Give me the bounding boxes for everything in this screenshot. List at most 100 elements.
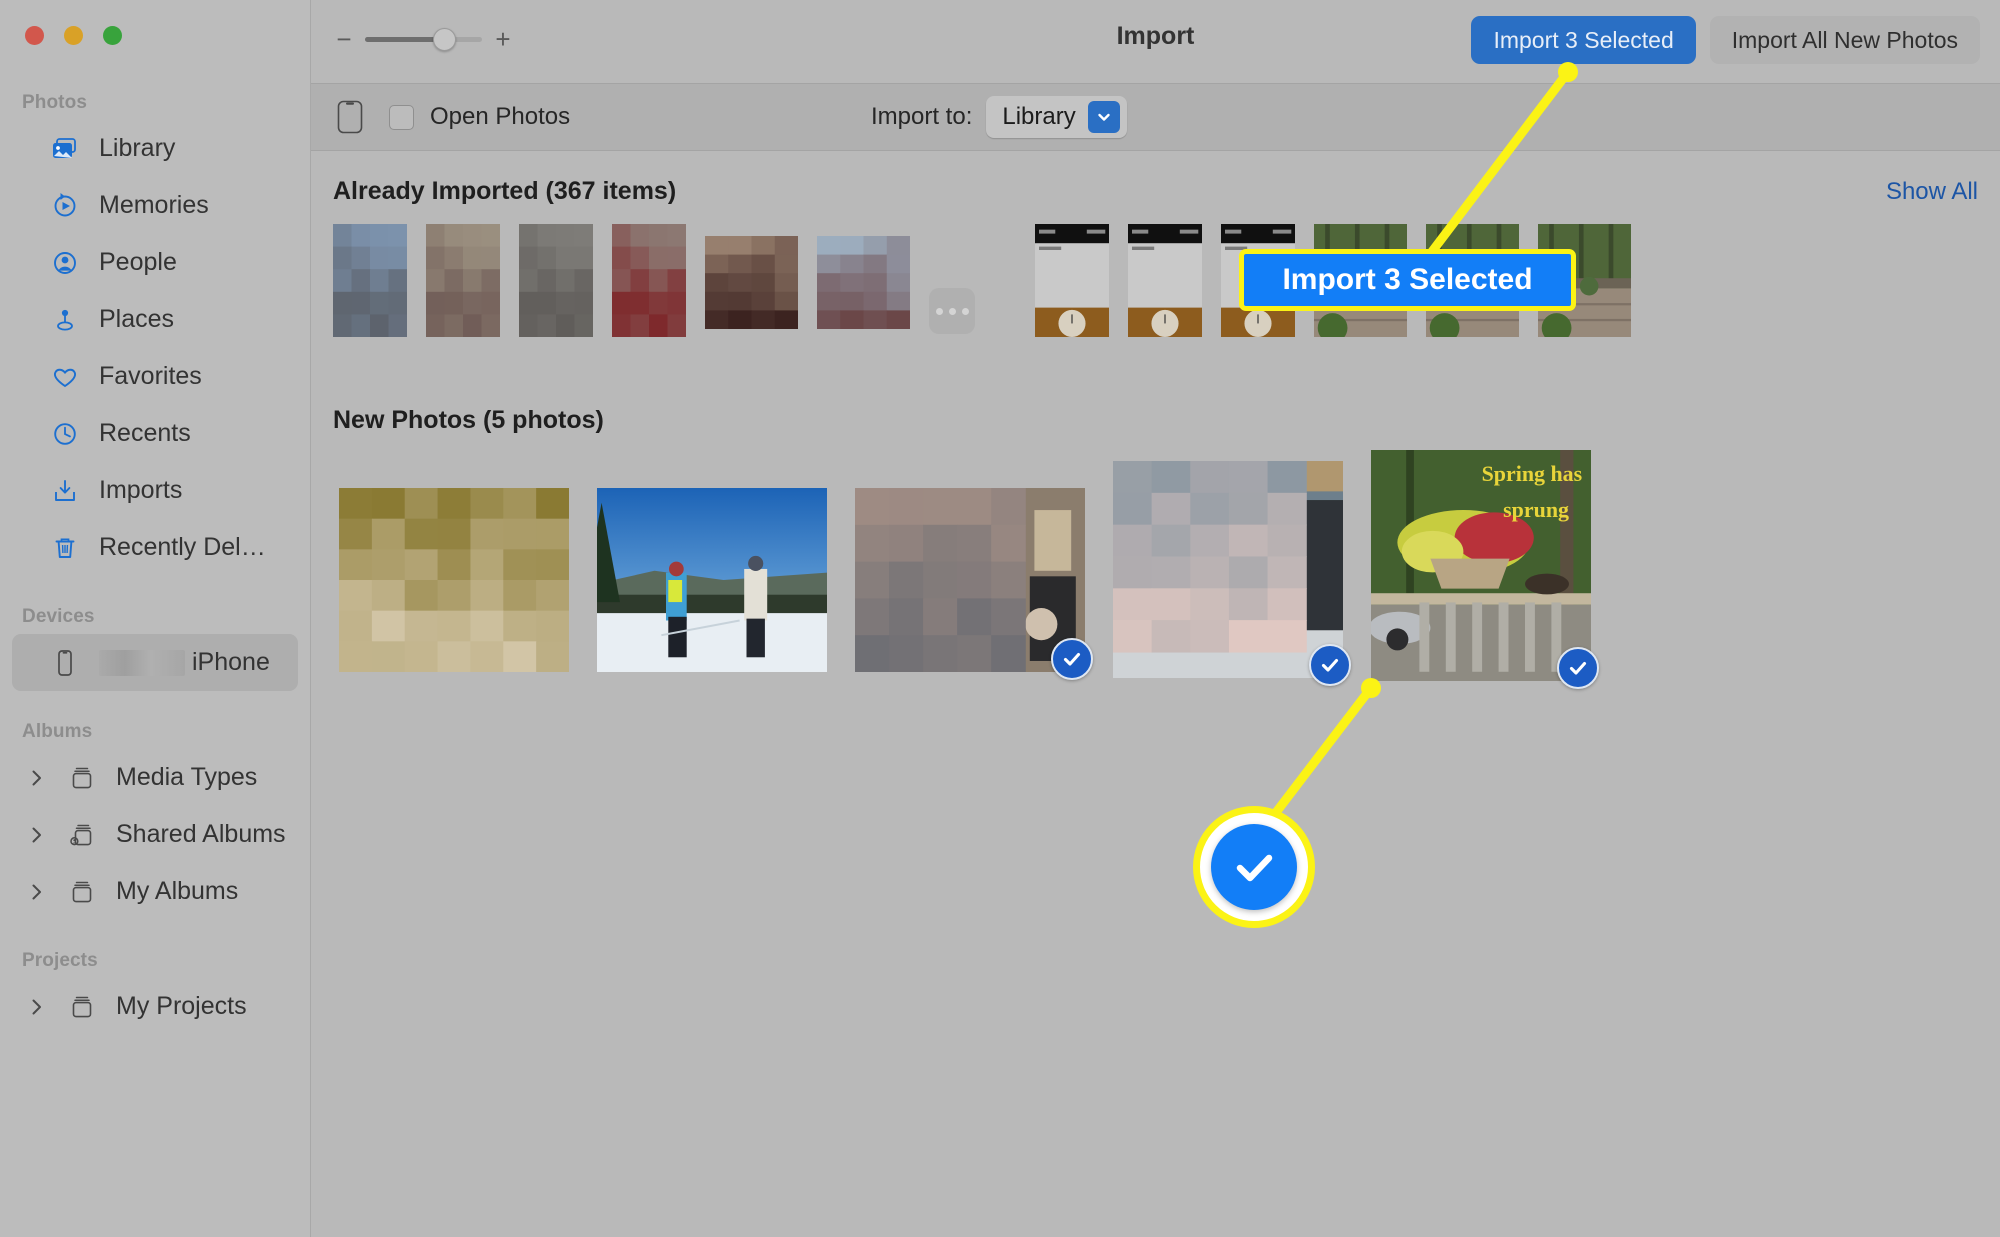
photo-thumbnail[interactable] [597,488,827,672]
chevron-right-icon[interactable] [26,825,48,845]
leader-dot-top [1558,62,1578,82]
album-icon [67,992,97,1022]
window-toolbar: − + Import Import 3 Selected Import All … [311,0,2000,83]
sidebar-item-label: Favorites [99,362,202,390]
already-imported-thumbnail[interactable] [1035,224,1109,337]
memories-icon [50,191,80,221]
sidebar-item-shared-albums[interactable]: Shared Albums [12,806,298,863]
sidebar-item-label: Imports [99,476,183,504]
sidebar-item-iphone[interactable]: iPhone [12,634,298,691]
sidebar-item-favorites[interactable]: Favorites [12,348,298,405]
main-area: − + Import Import 3 Selected Import All … [311,0,2000,1237]
sidebar-item-places[interactable]: Places [12,291,298,348]
sidebar-item-recents[interactable]: Recents [12,405,298,462]
show-all-link[interactable]: Show All [1886,178,1978,206]
already-imported-thumbnail[interactable] [1128,224,1202,337]
close-button[interactable] [25,26,44,45]
sidebar-item-recently-del[interactable]: Recently Del… [12,519,298,576]
sidebar-item-media-types[interactable]: Media Types [12,749,298,806]
sidebar-item-memories[interactable]: Memories [12,177,298,234]
new-photo-item[interactable] [855,488,1093,680]
new-photo-item[interactable]: Spring has sprung [1371,450,1599,689]
photo-selected-checkmark[interactable] [1309,644,1351,686]
import-icon [50,476,80,506]
already-imported-thumbnail[interactable] [612,224,686,337]
already-imported-header: Already Imported (367 items) Show All [311,177,2000,206]
import-all-button[interactable]: Import All New Photos [1709,16,1980,64]
new-photos-grid[interactable]: Spring has sprung [311,450,2000,689]
import-content: Already Imported (367 items) Show All Ne… [311,151,2000,1237]
import-to-label: Import to: [871,103,973,130]
new-photo-item[interactable] [597,488,827,672]
window-traffic-lights [25,26,122,45]
already-imported-thumbnail[interactable] [519,224,593,337]
chevron-down-icon[interactable] [1087,101,1120,133]
chevron-right-icon[interactable] [26,882,48,902]
people-icon [50,248,80,278]
import-selected-button[interactable]: Import 3 Selected [1471,16,1696,64]
new-photo-item[interactable] [1113,461,1351,686]
sidebar-item-label: Places [99,305,175,333]
zoom-in-icon[interactable]: + [494,26,512,52]
already-imported-title: Already Imported (367 items) [333,177,677,205]
sidebar-item-label: Recently Del… [99,533,266,561]
annotation-callout-import-3-selected: Import 3 Selected [1239,249,1576,311]
already-imported-thumbnail[interactable] [426,224,500,337]
thumbnail-size-slider[interactable]: − + [335,26,512,52]
svg-text:Spring has: Spring has [1482,461,1583,486]
annotation-magnifier-checkmark [1193,806,1315,928]
import-destination-value: Library [1002,103,1076,130]
sidebar-group-title-devices: Devices [22,606,95,627]
sidebar-item-library[interactable]: Library [12,120,298,177]
photo-selected-checkmark[interactable] [1051,638,1093,680]
sidebar-group-title-projects: Projects [22,950,98,971]
slider-track[interactable] [365,27,482,51]
slider-thumb[interactable] [433,27,457,51]
photo-thumbnail[interactable]: Spring has sprung [1371,450,1591,681]
sidebar: Photos Library Memories People Places Favorit… [0,0,311,1237]
sidebar-item-my-albums[interactable]: My Albums [12,863,298,920]
shared-album-icon [67,820,97,850]
album-icon [67,763,97,793]
open-photos-checkbox[interactable] [389,104,414,130]
open-photos-label: Open Photos [430,103,571,130]
places-pin-icon [50,305,80,335]
iphone-icon [50,648,80,678]
zoom-out-icon[interactable]: − [335,26,353,52]
sidebar-group-title-photos: Photos [22,92,87,113]
sidebar-item-label: People [99,248,177,276]
sidebar-item-people[interactable]: People [12,234,298,291]
sidebar-item-imports[interactable]: Imports [12,462,298,519]
toolbar-actions: Import 3 Selected Import All New Photos [1471,16,1980,64]
new-photo-item[interactable] [339,488,569,672]
heart-icon [50,362,80,392]
photo-thumbnail[interactable] [1113,461,1343,678]
sidebar-item-my-projects[interactable]: My Projects [12,978,298,1035]
already-imported-thumbnail[interactable] [705,236,798,329]
import-destination-select[interactable]: Library [986,96,1127,138]
album-icon [67,877,97,907]
sidebar-item-label: Shared Albums [116,820,286,848]
redacted-device-name [99,650,185,677]
already-imported-thumbnail[interactable] [333,224,407,337]
photos-import-window: Photos Library Memories People Places Favorit… [0,0,2000,1237]
chevron-right-icon[interactable] [26,997,48,1017]
new-photos-title: New Photos (5 photos) [333,406,604,434]
photo-thumbnail[interactable] [855,488,1085,672]
new-photos-header: New Photos (5 photos) [311,406,2000,435]
chevron-right-icon[interactable] [26,768,48,788]
import-to-control: Import to: Library [871,96,1127,138]
leader-dot-bottom [1361,678,1381,698]
already-imported-strip[interactable] [311,224,2000,364]
zoom-button[interactable] [103,26,122,45]
library-icon [50,134,80,164]
svg-text:sprung: sprung [1503,497,1569,522]
photo-thumbnail[interactable] [339,488,569,672]
trash-icon [50,533,80,563]
photo-selected-checkmark[interactable] [1557,647,1599,689]
import-options-bar: Open Photos Import to: Library [311,83,2000,151]
sidebar-item-label: Media Types [116,763,258,791]
minimize-button[interactable] [64,26,83,45]
more-ellipsis-icon[interactable] [929,288,975,334]
already-imported-thumbnail[interactable] [817,236,910,329]
